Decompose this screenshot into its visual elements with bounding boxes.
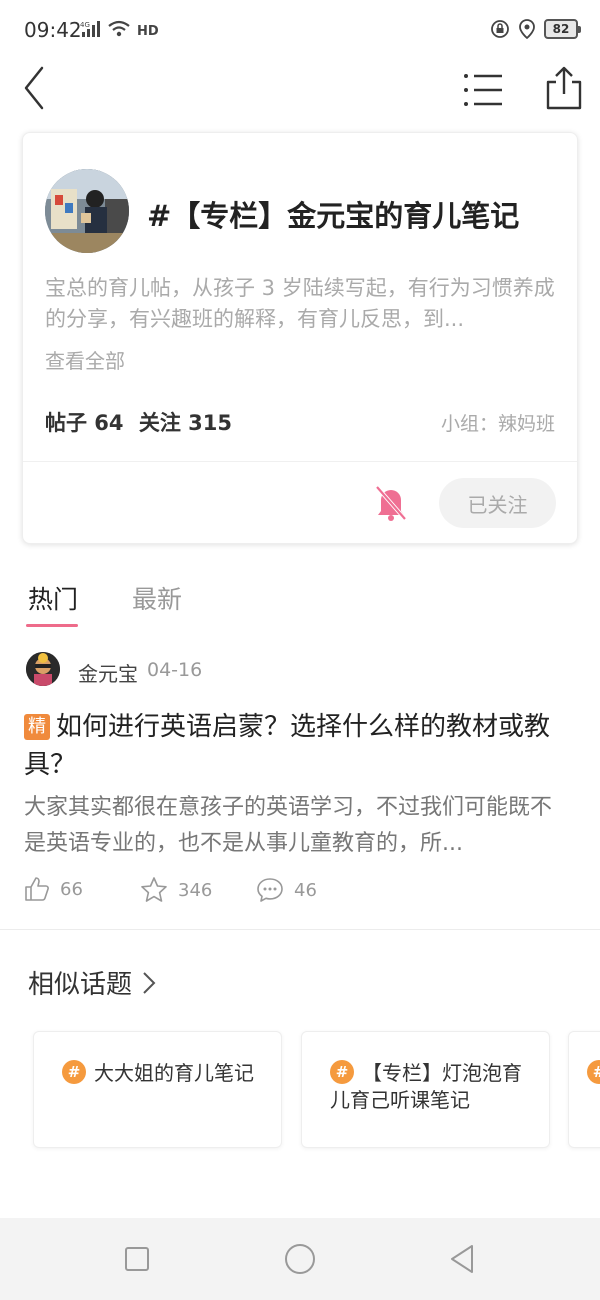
- similar-topic-card[interactable]: # 大大姐的育儿笔记: [33, 1031, 282, 1148]
- status-bar: 09:42 4G HD 82: [0, 0, 600, 62]
- card-divider: [23, 461, 577, 462]
- section-divider: [0, 929, 600, 930]
- menu-button[interactable]: [462, 70, 506, 110]
- location-icon: [519, 19, 535, 39]
- tab-bar: 热门 最新: [0, 572, 600, 632]
- similar-topic-label: 大大姐的育儿笔记: [94, 1061, 254, 1085]
- post-author-avatar[interactable]: [26, 652, 60, 686]
- tab-hot[interactable]: 热门: [28, 580, 78, 616]
- post-item[interactable]: 金元宝 04-16 精如何进行英语启蒙？选择什么样的教材或教具？ 大家其实都很在…: [0, 646, 600, 930]
- like-button[interactable]: 66: [24, 876, 83, 902]
- share-button[interactable]: [542, 64, 586, 112]
- post-excerpt: 大家其实都很在意孩子的英语学习，不过我们可能既不是英语专业的，也不是从事儿童教育…: [24, 795, 553, 856]
- post-actions: 66 346 46: [24, 876, 584, 912]
- status-right-icons: 82: [490, 19, 581, 39]
- comment-count: 46: [294, 879, 317, 901]
- mute-notifications-button[interactable]: [373, 483, 409, 523]
- comment-button[interactable]: 46: [256, 876, 317, 904]
- comment-icon: [257, 878, 283, 902]
- avatar-photo-icon: [45, 169, 129, 253]
- wifi-icon: [108, 20, 130, 37]
- similar-topic-card-partial[interactable]: #: [568, 1031, 600, 1148]
- cellular-signal-icon: 4G: [80, 21, 100, 37]
- post-title-text: 如何进行英语启蒙？选择什么样的教材或教具？: [24, 712, 551, 780]
- battery-indicator: 82: [544, 19, 581, 39]
- group-link[interactable]: 小组：辣妈班: [441, 409, 555, 436]
- hd-icon: HD: [137, 24, 158, 38]
- top-toolbar: [0, 62, 600, 124]
- recents-button[interactable]: [120, 1242, 154, 1276]
- favorite-count: 346: [178, 879, 213, 901]
- similar-topics-header[interactable]: 相似话题: [28, 964, 156, 1001]
- tab-latest[interactable]: 最新: [132, 580, 182, 616]
- system-back-button[interactable]: [446, 1242, 480, 1276]
- lock-rotation-icon: [491, 20, 509, 38]
- favorite-button[interactable]: 346: [140, 876, 212, 904]
- similar-topics-title: 相似话题: [28, 970, 133, 1000]
- posts-count: 帖子 64: [45, 411, 124, 435]
- topic-title: #【专栏】金元宝的育儿笔记: [147, 199, 520, 233]
- thumbs-up-icon: [25, 877, 49, 901]
- post-author-name[interactable]: 金元宝: [78, 658, 138, 687]
- view-all-link[interactable]: 查看全部: [45, 345, 125, 374]
- hashtag-icon: #: [587, 1060, 600, 1084]
- similar-topic-label: 【专栏】灯泡泡育儿育己听课笔记: [330, 1061, 522, 1112]
- topic-description: 宝总的育儿帖，从孩子 3 岁陆续写起，有行为习惯养成的分享，有兴趣班的解释，有育…: [45, 276, 555, 331]
- star-icon: [141, 877, 167, 902]
- chevron-right-icon: [143, 971, 156, 994]
- follows-count: 关注 315: [138, 411, 233, 435]
- post-title[interactable]: 精如何进行英语启蒙？选择什么样的教材或教具？: [24, 708, 580, 784]
- topic-stats: 帖子 64 关注 315: [45, 407, 240, 437]
- svg-text:4G: 4G: [80, 21, 90, 29]
- similar-topic-card[interactable]: # 【专栏】灯泡泡育儿育己听课笔记: [301, 1031, 550, 1148]
- like-count: 66: [60, 878, 83, 900]
- system-nav-bar: [0, 1218, 600, 1300]
- avatar-photo-icon: [26, 652, 60, 686]
- status-left-icons: 4G HD: [80, 20, 158, 38]
- home-button[interactable]: [283, 1242, 317, 1276]
- post-date: 04-16: [147, 659, 203, 681]
- status-time: 09:42: [24, 18, 82, 42]
- topic-header-card: #【专栏】金元宝的育儿笔记 宝总的育儿帖，从孩子 3 岁陆续写起，有行为习惯养成…: [22, 132, 578, 544]
- topic-avatar: [45, 169, 129, 253]
- featured-badge: 精: [24, 714, 50, 740]
- back-button[interactable]: [18, 64, 58, 112]
- svg-text:HD: HD: [137, 24, 158, 38]
- followed-button[interactable]: 已关注: [439, 478, 556, 528]
- active-tab-indicator: [26, 624, 78, 627]
